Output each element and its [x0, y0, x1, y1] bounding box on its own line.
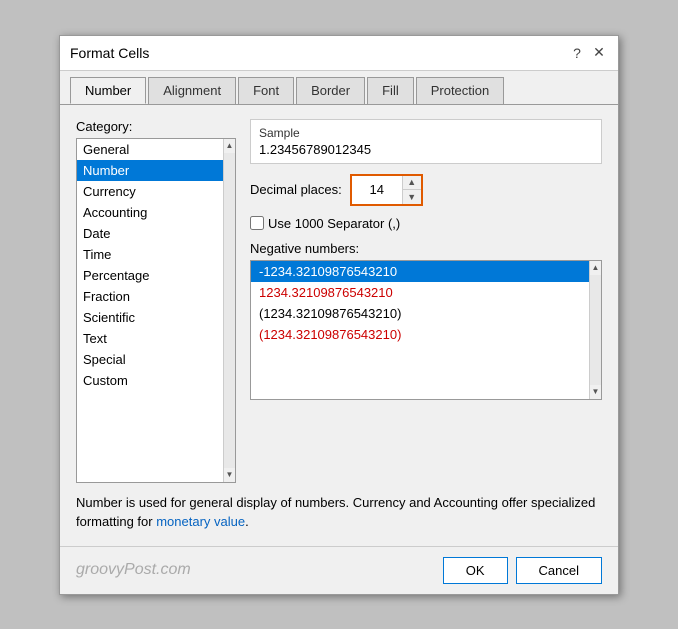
- cat-item-special[interactable]: Special: [77, 349, 223, 370]
- dialog-body: Category: General Number Currency Accoun…: [60, 105, 618, 546]
- spin-down-button[interactable]: ▼: [403, 190, 421, 204]
- watermark: groovyPost.com: [76, 561, 191, 579]
- tab-fill[interactable]: Fill: [367, 77, 414, 104]
- right-panel: Sample 1.23456789012345 Decimal places: …: [250, 119, 602, 483]
- cat-item-accounting[interactable]: Accounting: [77, 202, 223, 223]
- negative-section: Negative numbers: -1234.32109876543210 1…: [250, 241, 602, 483]
- cat-item-number[interactable]: Number: [77, 160, 223, 181]
- description-blue-text: monetary value: [156, 514, 245, 529]
- scroll-up-arrow[interactable]: ▲: [224, 139, 235, 153]
- footer: groovyPost.com OK Cancel: [60, 546, 618, 594]
- title-bar-buttons: ? ✕: [568, 44, 608, 62]
- cat-item-fraction[interactable]: Fraction: [77, 286, 223, 307]
- separator-row: Use 1000 Separator (,): [250, 216, 602, 231]
- neg-scroll-up[interactable]: ▲: [590, 261, 601, 275]
- sample-value: 1.23456789012345: [259, 142, 593, 157]
- footer-buttons: OK Cancel: [443, 557, 602, 584]
- decimal-input[interactable]: [352, 176, 402, 204]
- scroll-track: [224, 153, 235, 468]
- description-area: Number is used for general display of nu…: [76, 493, 602, 532]
- tab-alignment[interactable]: Alignment: [148, 77, 236, 104]
- separator-label: Use 1000 Separator (,): [268, 216, 400, 231]
- negative-scrollbar[interactable]: ▲ ▼: [589, 261, 601, 399]
- sample-box: Sample 1.23456789012345: [250, 119, 602, 164]
- description-text-end: .: [245, 514, 249, 529]
- cat-item-date[interactable]: Date: [77, 223, 223, 244]
- format-cells-dialog: Format Cells ? ✕ Number Alignment Font B…: [59, 35, 619, 595]
- tab-bar: Number Alignment Font Border Fill Protec…: [60, 71, 618, 105]
- help-button[interactable]: ?: [568, 44, 586, 62]
- cat-item-general[interactable]: General: [77, 139, 223, 160]
- neg-item-1[interactable]: -1234.32109876543210: [251, 261, 589, 282]
- sample-label: Sample: [259, 126, 593, 140]
- decimal-spinner: ▲ ▼: [350, 174, 423, 206]
- category-label: Category:: [76, 119, 236, 134]
- title-bar: Format Cells ? ✕: [60, 36, 618, 71]
- negative-label: Negative numbers:: [250, 241, 602, 256]
- decimal-label: Decimal places:: [250, 182, 342, 197]
- tab-number[interactable]: Number: [70, 77, 146, 104]
- neg-item-2[interactable]: 1234.32109876543210: [251, 282, 589, 303]
- description-text-start: Number is used for general display of nu…: [76, 495, 595, 530]
- spin-up-button[interactable]: ▲: [403, 176, 421, 190]
- neg-scroll-track: [590, 275, 601, 385]
- cat-item-scientific[interactable]: Scientific: [77, 307, 223, 328]
- tab-border[interactable]: Border: [296, 77, 365, 104]
- cat-item-text[interactable]: Text: [77, 328, 223, 349]
- cat-item-percentage[interactable]: Percentage: [77, 265, 223, 286]
- decimal-row: Decimal places: ▲ ▼: [250, 174, 602, 206]
- cancel-button[interactable]: Cancel: [516, 557, 602, 584]
- tab-font[interactable]: Font: [238, 77, 294, 104]
- dialog-title: Format Cells: [70, 45, 149, 61]
- negative-list-container: -1234.32109876543210 1234.32109876543210…: [250, 260, 602, 400]
- main-area: Category: General Number Currency Accoun…: [76, 119, 602, 483]
- neg-item-3[interactable]: (1234.32109876543210): [251, 303, 589, 324]
- category-scrollbar[interactable]: ▲ ▼: [223, 139, 235, 482]
- category-section: Category: General Number Currency Accoun…: [76, 119, 236, 483]
- ok-button[interactable]: OK: [443, 557, 508, 584]
- separator-checkbox-container: Use 1000 Separator (,): [250, 216, 400, 231]
- negative-list: -1234.32109876543210 1234.32109876543210…: [251, 261, 589, 399]
- close-button[interactable]: ✕: [590, 44, 608, 62]
- category-list-container: General Number Currency Accounting Date …: [76, 138, 236, 483]
- scroll-down-arrow[interactable]: ▼: [224, 468, 235, 482]
- tab-protection[interactable]: Protection: [416, 77, 505, 104]
- neg-item-4[interactable]: (1234.32109876543210): [251, 324, 589, 345]
- spinner-buttons: ▲ ▼: [402, 176, 421, 204]
- cat-item-time[interactable]: Time: [77, 244, 223, 265]
- cat-item-currency[interactable]: Currency: [77, 181, 223, 202]
- category-list: General Number Currency Accounting Date …: [77, 139, 223, 482]
- cat-item-custom[interactable]: Custom: [77, 370, 223, 391]
- separator-checkbox[interactable]: [250, 216, 264, 230]
- neg-scroll-down[interactable]: ▼: [590, 385, 601, 399]
